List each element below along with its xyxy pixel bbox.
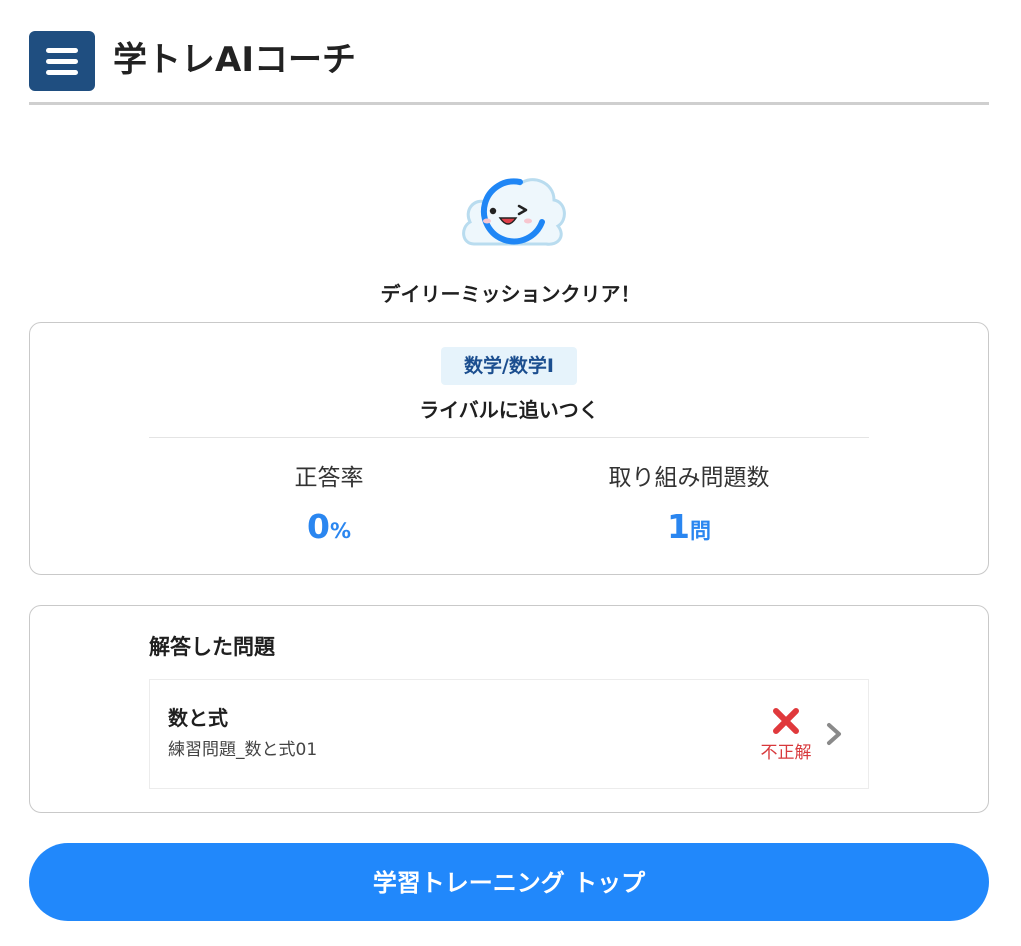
divider [149, 437, 869, 438]
training-top-button[interactable]: 学習トレーニング トップ [29, 843, 989, 921]
attempted-stat: 取り組み問題数 1問 [559, 461, 819, 553]
attempted-unit: 問 [689, 519, 711, 543]
cross-icon [773, 708, 799, 734]
result-indicator: 不正解 [746, 706, 826, 764]
accuracy-label: 正答率 [294, 465, 364, 491]
answered-heading: 解答した問題 [149, 635, 275, 659]
accuracy-value: 0% [199, 507, 459, 553]
answered-question-row[interactable]: 数と式 練習問題_数と式01 不正解 [149, 679, 869, 789]
attempted-number: 1 [667, 507, 690, 546]
app-header: 学トレAIコーチ [29, 28, 989, 105]
chevron-right-icon[interactable] [824, 722, 844, 746]
accuracy-number: 0 [306, 507, 330, 546]
smiling-cloud-mascot-icon [462, 178, 566, 246]
menu-button[interactable] [29, 31, 95, 91]
accuracy-stat: 正答率 0% [199, 461, 459, 553]
question-topic: 数と式 [168, 706, 228, 730]
app-title: 学トレAIコーチ [113, 40, 356, 80]
question-title: 練習問題_数と式01 [168, 740, 318, 760]
mission-summary-card: 数学/数学Ⅰ ライバルに追いつく 正答率 0% 取り組み問題数 1問 [29, 322, 989, 575]
accuracy-unit: % [329, 519, 351, 543]
hamburger-menu-icon [46, 47, 78, 53]
answered-questions-card: 解答した問題 数と式 練習問題_数と式01 不正解 [29, 605, 989, 813]
result-label: 不正解 [760, 743, 812, 763]
mission-name: ライバルに追いつく [419, 398, 599, 422]
subject-badge: 数学/数学Ⅰ [441, 347, 577, 385]
mission-clear-message: デイリーミッションクリア！ [380, 282, 641, 306]
attempted-label: 取り組み問題数 [608, 465, 770, 491]
attempted-value: 1問 [559, 507, 819, 553]
